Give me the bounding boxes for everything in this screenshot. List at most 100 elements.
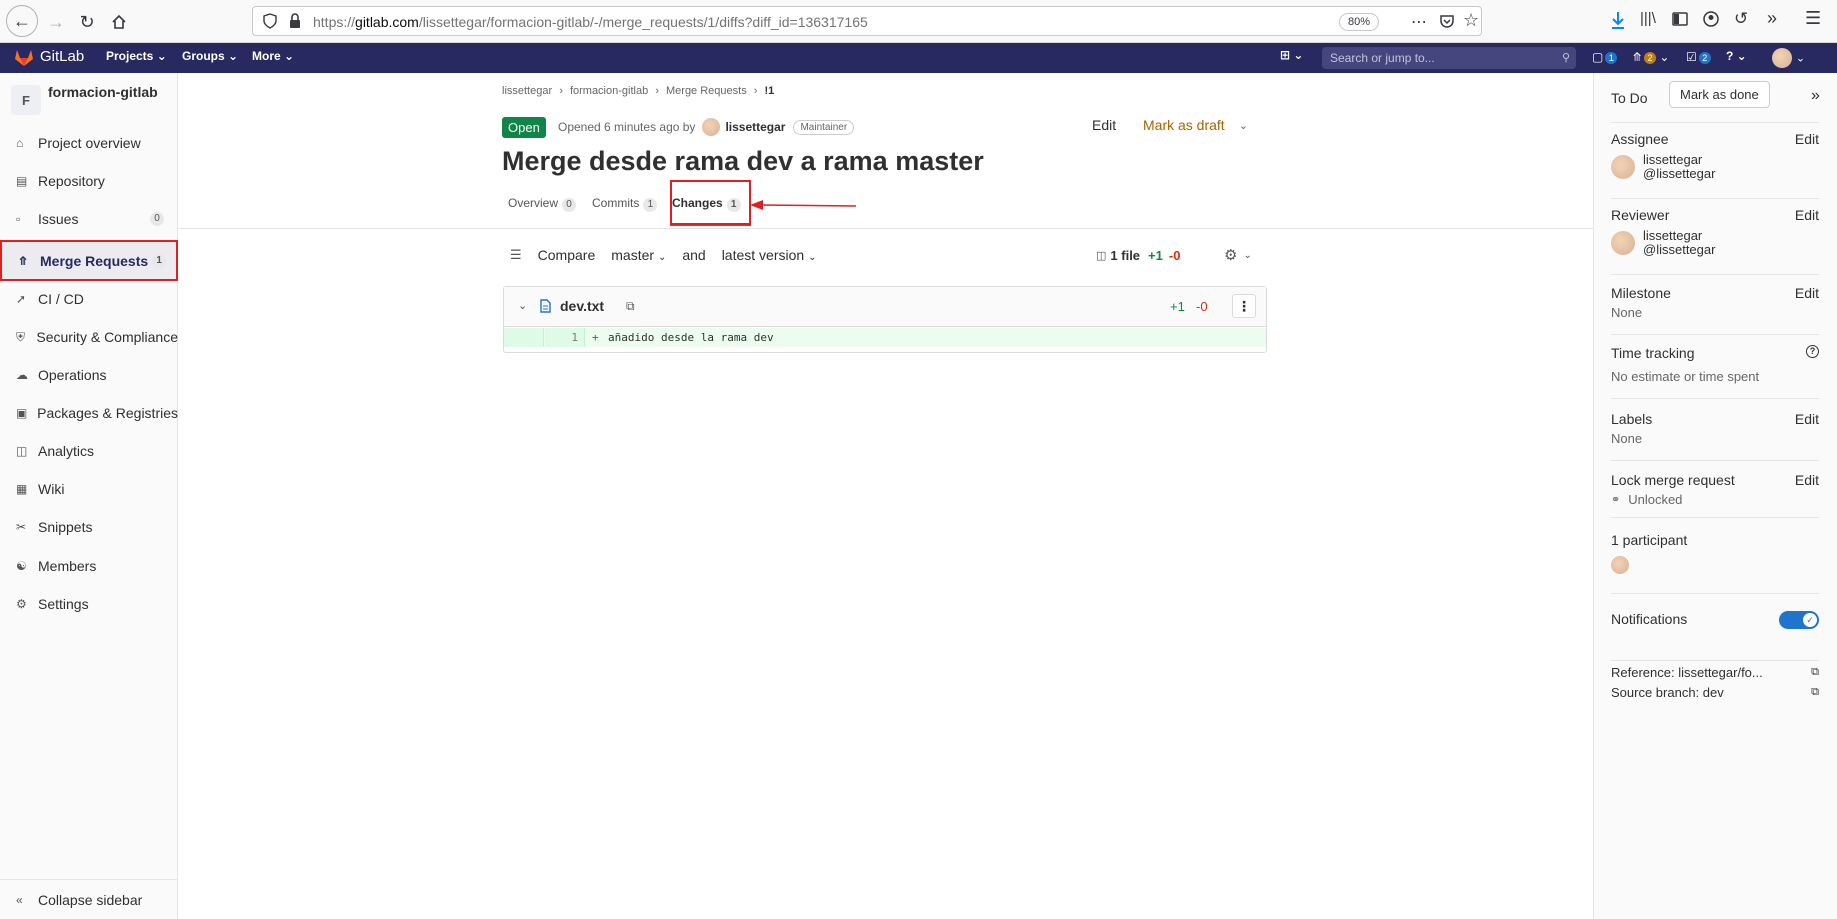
wiki-icon: ▦ (16, 482, 28, 496)
user-avatar-menu[interactable]: ⌄ (1772, 48, 1805, 68)
groups-menu[interactable]: Groups ⌄ (182, 49, 238, 63)
tab-overview[interactable]: Overview 0 (508, 196, 577, 212)
book-icon: ▤ (16, 174, 28, 188)
url-text[interactable]: https://gitlab.com/lissettegar/formacion… (313, 14, 868, 30)
issues-nav-icon[interactable]: ▢ 1 (1592, 50, 1618, 64)
sidebar-item-operations[interactable]: ☁ Operations (0, 358, 178, 392)
sidebar-item-merge-requests[interactable]: ⤊ Merge Requests 1 (0, 240, 178, 281)
url-bar[interactable]: https://gitlab.com/lissettegar/formacion… (252, 6, 1482, 36)
todo-label: To Do (1611, 90, 1648, 106)
sidebar-item-packages-registries[interactable]: ▣ Packages & Registries (0, 396, 178, 430)
author-avatar[interactable] (702, 118, 721, 136)
home-icon: ⌂ (16, 136, 24, 150)
sidebar-item-repository[interactable]: ▤ Repository (0, 164, 178, 198)
projects-menu[interactable]: Projects ⌄ (106, 49, 167, 63)
star-icon[interactable]: ☆ (1463, 10, 1479, 31)
overflow-chevron-icon[interactable]: » (1767, 8, 1777, 29)
kebab-menu-icon[interactable]: ⋮ (1232, 294, 1256, 318)
history-icon[interactable]: ↺ (1734, 9, 1748, 29)
author-name[interactable]: lissettegar (725, 120, 785, 134)
diff-settings-dropdown[interactable]: ⚙ ⌄ (1224, 246, 1252, 264)
sidebar-item-security-compliance[interactable]: ⛨ Security & Compliance (0, 320, 178, 354)
diff-filename[interactable]: dev.txt (560, 298, 604, 314)
role-badge: Maintainer (793, 119, 855, 135)
file-icon (540, 299, 551, 316)
notifications-toggle[interactable]: ✓ (1779, 611, 1819, 629)
file-icon: ◫ (1096, 250, 1107, 262)
assignee-edit-link[interactable]: Edit (1795, 131, 1819, 147)
mr-meta: Opened 6 minutes ago by lissettegar Main… (558, 118, 855, 136)
sidebar-item-settings[interactable]: ⚙ Settings (0, 587, 178, 621)
issues-icon: ▫ (16, 212, 21, 226)
sidebar-item-ci-cd[interactable]: ➚ CI / CD (0, 282, 178, 316)
library-icon[interactable]: |||\ (1640, 10, 1656, 27)
search-icon: ⚲ (1561, 52, 1570, 64)
chevron-down-icon: ⌄ (1243, 249, 1252, 261)
base-version-dropdown[interactable]: master ⌄ (611, 247, 666, 263)
collapse-sidebar-button[interactable]: « Collapse sidebar (0, 879, 178, 919)
breadcrumb-item[interactable]: formacion-gitlab (570, 85, 648, 97)
labels-edit-link[interactable]: Edit (1795, 411, 1819, 427)
chevron-down-icon[interactable]: ⌄ (518, 299, 527, 312)
source-branch: Source branch: dev ⧉ (1611, 685, 1819, 700)
shield-icon[interactable] (263, 13, 277, 32)
copy-icon[interactable]: ⧉ (1811, 666, 1819, 679)
assignee[interactable]: lissettegar @lissettegar (1611, 153, 1819, 181)
copy-icon[interactable]: ⧉ (1811, 686, 1819, 699)
gitlab-logo-icon[interactable] (14, 48, 34, 70)
sidebar-toggle-icon[interactable] (1672, 12, 1688, 29)
download-icon[interactable] (1610, 10, 1626, 33)
breadcrumb-item[interactable]: !1 (765, 85, 775, 97)
more-actions-icon[interactable]: ⋯ (1411, 12, 1427, 32)
account-icon[interactable] (1703, 11, 1719, 30)
sidebar-item-project-overview[interactable]: ⌂ Project overview (0, 126, 178, 160)
back-arrow-icon[interactable]: ← (6, 5, 38, 37)
sidebar-item-wiki[interactable]: ▦ Wiki (0, 472, 178, 506)
project-name[interactable]: formacion-gitlab (48, 83, 158, 101)
tab-commits[interactable]: Commits 1 (592, 196, 658, 212)
time-tracking-title: Time tracking (1611, 345, 1695, 361)
mark-as-done-button[interactable]: Mark as done (1669, 81, 1770, 108)
new-line-number[interactable]: 1 (545, 328, 585, 347)
rocket-icon: ➚ (16, 292, 27, 306)
more-menu[interactable]: More ⌄ (252, 49, 294, 63)
diff-line-text: añadido desde la rama dev (608, 331, 774, 344)
todos-nav-icon[interactable]: ☑ 2 (1686, 50, 1711, 64)
reviewer[interactable]: lissettegar @lissettegar (1611, 229, 1819, 257)
reviewer-edit-link[interactable]: Edit (1795, 207, 1819, 223)
lock-icon[interactable] (289, 13, 301, 32)
collapse-chevron-icon: « (16, 892, 23, 907)
milestone-edit-link[interactable]: Edit (1795, 285, 1819, 301)
copy-icon[interactable]: ⧉ (626, 299, 635, 314)
head-version-dropdown[interactable]: latest version ⌄ (722, 247, 817, 263)
search-input[interactable]: Search or jump to... ⚲ (1322, 47, 1576, 69)
zoom-level[interactable]: 80% (1339, 13, 1380, 31)
chevron-down-icon[interactable]: ⌄ (1239, 119, 1248, 132)
diff-file-header: ⌄ dev.txt ⧉ +1 -0 ⋮ (504, 287, 1266, 327)
help-icon[interactable]: ? ⌄ (1726, 49, 1747, 63)
merge-requests-nav-icon[interactable]: ⤊ 2 ⌄ (1632, 50, 1669, 64)
lock-edit-link[interactable]: Edit (1795, 472, 1819, 488)
mark-as-draft-button[interactable]: Mark as draft ⌄ (1143, 117, 1248, 133)
help-icon[interactable]: ? (1806, 345, 1819, 358)
reload-icon[interactable]: ↻ (73, 8, 101, 36)
pocket-icon[interactable] (1439, 13, 1455, 32)
sidebar-item-issues[interactable]: ▫ Issues 0 (0, 202, 178, 236)
project-avatar[interactable]: F (11, 85, 41, 115)
page-title: Merge desde rama dev a rama master (502, 146, 984, 176)
labels-value: None (1611, 431, 1643, 446)
participant-avatar[interactable] (1611, 556, 1629, 574)
gitlab-brand[interactable]: GitLab (40, 48, 84, 65)
sidebar-item-analytics[interactable]: ◫ Analytics (0, 434, 178, 468)
hamburger-menu-icon[interactable]: ☰ (1805, 8, 1821, 29)
new-item-plus-icon[interactable]: ⊞ ⌄ (1280, 48, 1303, 62)
edit-button[interactable]: Edit (1092, 117, 1116, 133)
collapse-sidebar-icon[interactable]: » (1811, 87, 1820, 105)
file-tree-toggle-icon[interactable]: ☰ (510, 247, 522, 263)
breadcrumb-item[interactable]: lissettegar (502, 85, 552, 97)
sidebar-item-snippets[interactable]: ✂ Snippets (0, 510, 178, 544)
forward-arrow-icon[interactable]: → (42, 8, 70, 36)
breadcrumb-item[interactable]: Merge Requests (666, 85, 747, 97)
sidebar-item-members[interactable]: ☯ Members (0, 549, 178, 583)
home-icon[interactable] (105, 8, 133, 36)
